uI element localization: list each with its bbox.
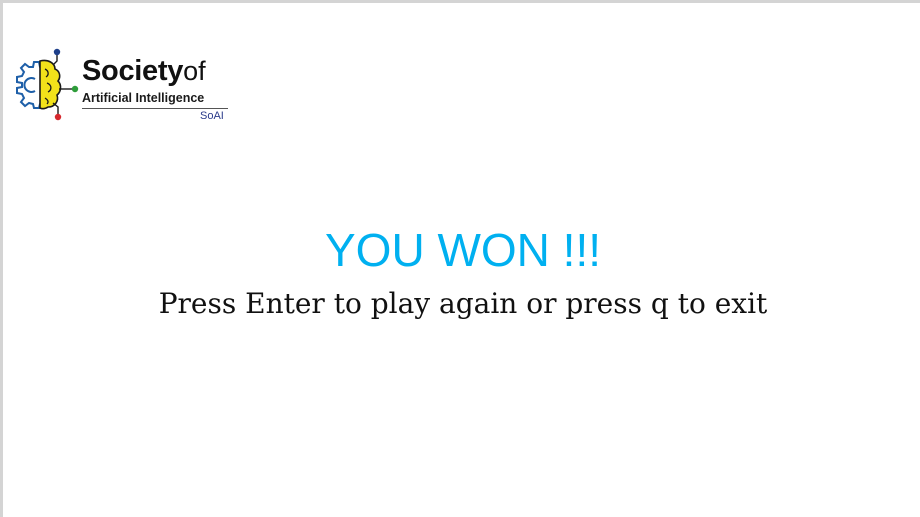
game-screen: Societyof Artificial Intelligence SoAI Y… xyxy=(0,0,920,517)
logo-name-light: of xyxy=(183,56,206,86)
logo-wordmark: Societyof xyxy=(82,55,206,87)
logo-name-bold: Society xyxy=(82,55,184,87)
logo-subtitle: Artificial Intelligence xyxy=(82,91,205,105)
soai-logo: Societyof Artificial Intelligence SoAI xyxy=(3,45,235,125)
win-message: YOU WON !!! xyxy=(325,224,601,276)
gear-brain-circuit-icon xyxy=(16,48,79,121)
logo-divider xyxy=(82,108,228,109)
replay-instructions: Press Enter to play again or press q to … xyxy=(158,287,768,320)
logo-abbreviation: SoAI xyxy=(200,110,224,122)
